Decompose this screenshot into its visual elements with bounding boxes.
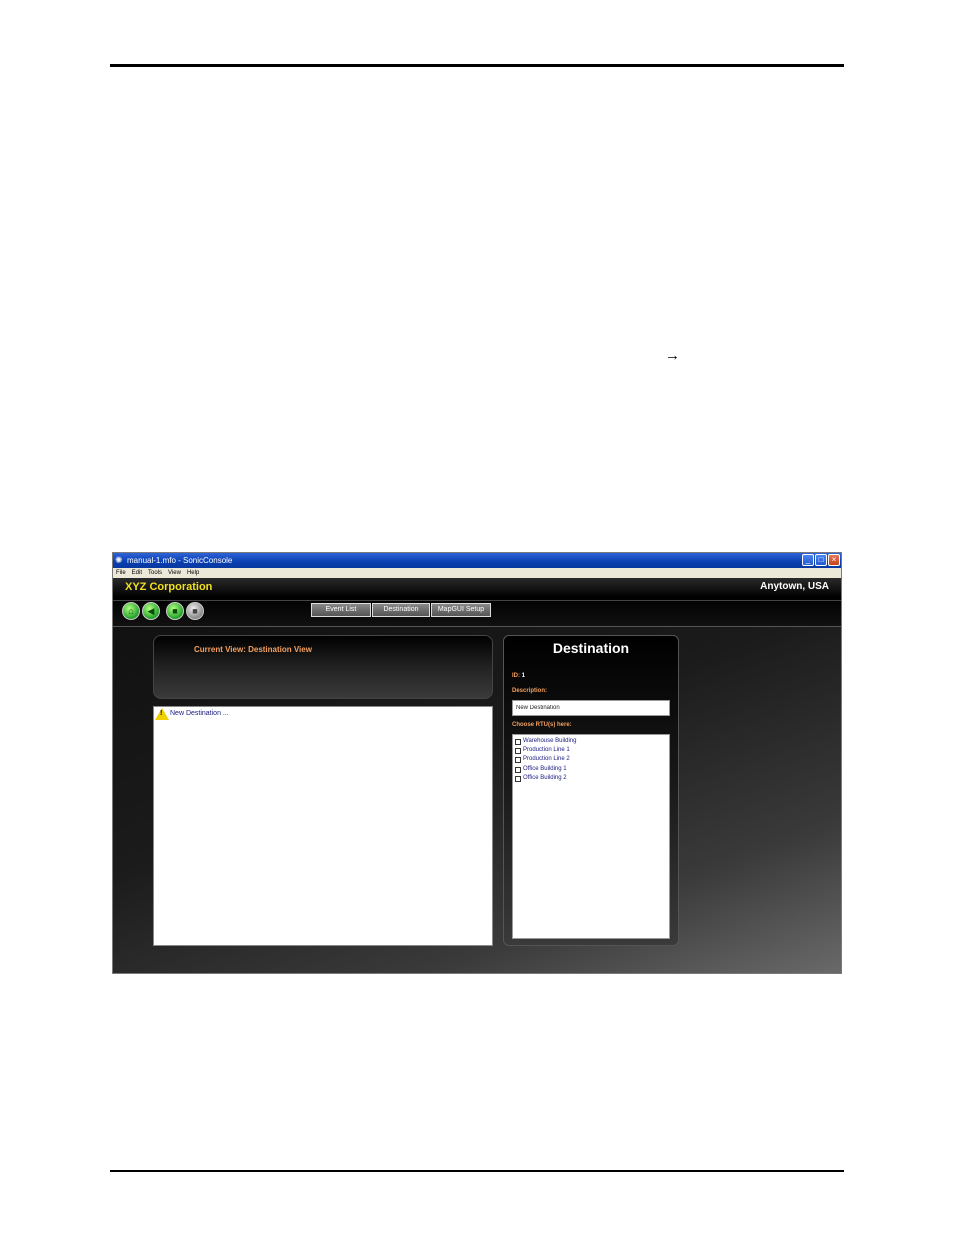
- arrow-glyph: →: [665, 347, 680, 364]
- rtu-item-label: Office Building 2: [523, 775, 567, 781]
- rtu-item-label: Production Line 2: [523, 756, 570, 762]
- play-icon[interactable]: ■: [166, 602, 184, 620]
- header-divider: [113, 600, 841, 601]
- tab-bar: Event List Destination MapGUI Setup: [311, 603, 491, 617]
- title-bar[interactable]: ✺ manual-1.mfo - SonicConsole _ □ ×: [113, 553, 841, 568]
- menu-view[interactable]: View: [168, 568, 181, 578]
- destination-title: Destination: [552, 640, 630, 656]
- tab-mapgui-setup[interactable]: MapGUI Setup: [431, 603, 491, 617]
- maximize-button[interactable]: □: [815, 554, 827, 566]
- header-rule: [110, 64, 844, 67]
- rtu-item[interactable]: Warehouse Building: [515, 737, 576, 746]
- tab-event-list[interactable]: Event List: [311, 603, 371, 617]
- rtu-label: Choose RTU(s) here:: [512, 722, 572, 728]
- rtu-item-label: Warehouse Building: [523, 738, 577, 744]
- menu-help[interactable]: Help: [187, 568, 199, 578]
- id-label: ID:: [512, 673, 520, 679]
- back-icon[interactable]: ◀: [142, 602, 160, 620]
- rtu-item-label: Production Line 1: [523, 747, 570, 753]
- rtu-item[interactable]: Production Line 2: [515, 755, 570, 764]
- app-header: XYZ Corporation Anytown, USA ⌂ ◀ ■ ■ Eve…: [113, 578, 841, 627]
- rtu-item-label: Office Building 1: [523, 766, 567, 772]
- footer-rule: [110, 1170, 844, 1172]
- main-content: Current View: Destination View ! New Des…: [113, 627, 841, 973]
- checkbox[interactable]: [515, 756, 521, 763]
- rtu-item[interactable]: Production Line 1: [515, 746, 570, 755]
- current-view-panel: Current View: Destination View: [153, 635, 493, 699]
- menu-tools[interactable]: Tools: [148, 568, 162, 578]
- list-item[interactable]: New Destination ...: [170, 710, 229, 717]
- app-window: ✺ manual-1.mfo - SonicConsole _ □ × File…: [112, 552, 842, 974]
- checkbox[interactable]: [515, 766, 521, 773]
- stop-icon[interactable]: ■: [186, 602, 204, 620]
- company-name: XYZ Corporation: [125, 581, 213, 593]
- menu-file[interactable]: File: [116, 568, 126, 578]
- home-icon[interactable]: ⌂: [122, 602, 140, 620]
- rtu-item[interactable]: Office Building 2: [515, 774, 567, 783]
- id-row: ID: 1: [512, 673, 525, 679]
- menu-bar: File Edit Tools View Help: [113, 568, 841, 578]
- window-title: manual-1.mfo - SonicConsole: [127, 556, 233, 565]
- window-controls: _ □ ×: [802, 554, 840, 567]
- menu-edit[interactable]: Edit: [132, 568, 142, 578]
- location-name: Anytown, USA: [760, 581, 829, 592]
- rtu-list[interactable]: Warehouse Building Production Line 1 Pro…: [512, 734, 670, 939]
- minimize-button[interactable]: _: [802, 554, 814, 566]
- tab-destination[interactable]: Destination: [372, 603, 430, 617]
- id-value: 1: [521, 673, 526, 679]
- current-view-label: Current View: Destination View: [194, 645, 312, 654]
- warning-mark: !: [160, 710, 163, 717]
- app-icon: ✺: [115, 555, 123, 565]
- destination-list[interactable]: ! New Destination ...: [153, 706, 493, 946]
- description-input[interactable]: [512, 700, 670, 716]
- rtu-item[interactable]: Office Building 1: [515, 765, 567, 774]
- close-button[interactable]: ×: [828, 554, 840, 566]
- description-label: Description:: [512, 688, 548, 694]
- checkbox[interactable]: [515, 775, 521, 782]
- destination-panel: Destination ID: 1 Description: Choose RT…: [503, 635, 679, 946]
- checkbox[interactable]: [515, 747, 521, 754]
- checkbox[interactable]: [515, 738, 521, 745]
